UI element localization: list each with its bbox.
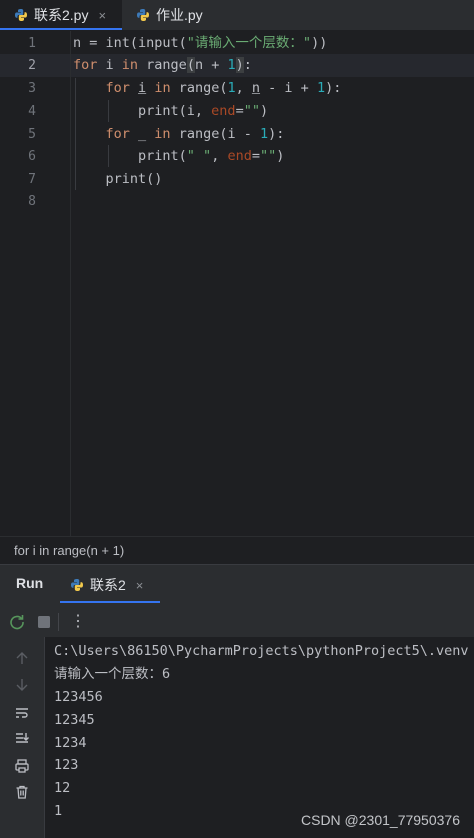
toolbar-separator <box>58 613 59 631</box>
active-tab-indicator <box>0 28 122 30</box>
console-line: C:\Users\86150\PycharmProjects\pythonPro… <box>54 643 469 659</box>
line-number: 7 <box>28 172 36 187</box>
code-line-4: print(i, end="") <box>73 103 269 119</box>
code-line-6: print(" ", end="") <box>73 148 285 164</box>
python-file-icon <box>137 9 149 21</box>
close-icon[interactable]: × <box>98 8 106 23</box>
python-run-icon <box>71 579 83 591</box>
line-number: 8 <box>28 194 36 209</box>
soft-wrap-icon[interactable] <box>14 705 30 721</box>
code-line-2: for i in range(n + 1): <box>73 57 252 73</box>
watermark: CSDN @2301_77950376 <box>301 812 460 828</box>
tab-label: 作业.py <box>156 7 203 23</box>
code-line-5: for _ in range(i - 1): <box>105 126 285 142</box>
console-line: 12345 <box>54 712 95 728</box>
arrow-down-icon[interactable] <box>14 677 30 693</box>
code-line-1: n = int(input("请输入一个层数：")) <box>73 35 328 51</box>
line-number: 5 <box>28 127 36 142</box>
stop-icon[interactable] <box>36 614 52 630</box>
line-number: 4 <box>28 104 36 119</box>
active-run-tab-indicator <box>60 601 160 603</box>
tab-file-2[interactable]: 作业.py <box>136 0 203 30</box>
console-line: 12 <box>54 780 71 796</box>
run-config-tab[interactable]: 联系2 × <box>70 575 143 595</box>
scroll-to-end-icon[interactable] <box>14 731 30 747</box>
line-number: 1 <box>28 36 36 51</box>
line-number: 2 <box>28 58 36 73</box>
line-number: 3 <box>28 81 36 96</box>
run-panel-title: Run <box>16 575 44 591</box>
console-line: 1 <box>54 803 63 819</box>
code-line-7: print() <box>73 171 163 187</box>
trash-icon[interactable] <box>14 784 30 800</box>
console-line: 123 <box>54 757 79 773</box>
code-line-3: for i in range(1, n - i + 1): <box>105 80 342 96</box>
line-number: 6 <box>28 149 36 164</box>
close-icon[interactable]: × <box>136 578 144 593</box>
console-line: 请输入一个层数：6 <box>54 666 171 682</box>
console-line: 123456 <box>54 689 103 705</box>
print-icon[interactable] <box>14 758 30 774</box>
console-line: 1234 <box>54 735 87 751</box>
tab-file-1[interactable]: 联系2.py × <box>0 0 122 30</box>
more-options-icon[interactable]: ⋮ <box>70 611 86 631</box>
arrow-up-icon[interactable] <box>14 650 30 666</box>
gutter-divider <box>70 31 71 536</box>
run-tab-label: 联系2 <box>90 577 126 593</box>
rerun-icon[interactable] <box>8 613 26 631</box>
tab-label: 联系2.py <box>34 7 89 23</box>
breadcrumb[interactable]: for i in range(n + 1) <box>0 536 474 563</box>
python-file-icon <box>15 9 27 21</box>
